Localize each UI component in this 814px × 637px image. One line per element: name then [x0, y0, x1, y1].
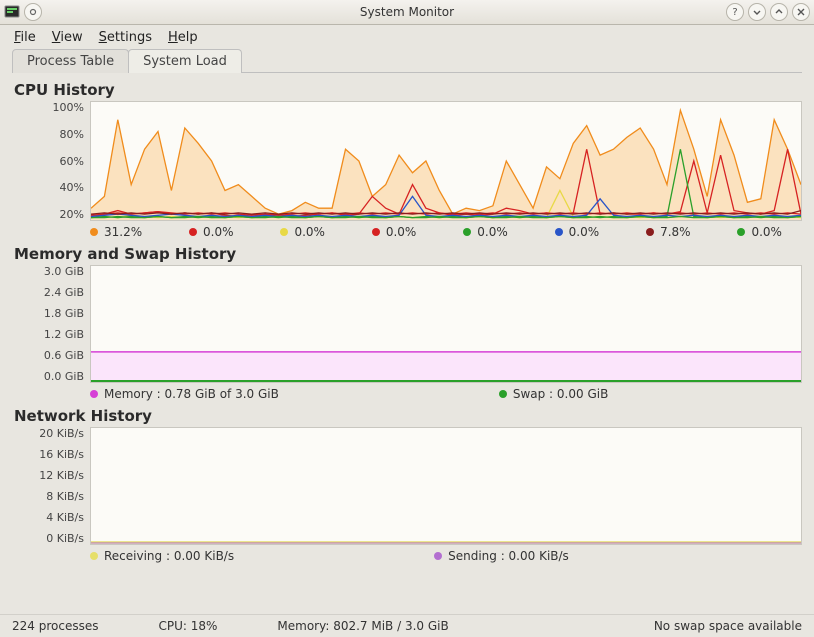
cpu-legend-label: 0.0%: [386, 225, 417, 239]
status-swap: No swap space available: [654, 619, 802, 633]
cpu-swatch: [463, 228, 471, 236]
cpu-legend-item: 0.0%: [737, 225, 782, 239]
memory-chart: 3.0 GiB 2.4 GiB 1.8 GiB 1.2 GiB 0.6 GiB …: [12, 265, 802, 383]
cpu-swatch: [90, 228, 98, 236]
cpu-legend-label: 0.0%: [477, 225, 508, 239]
cpu-plot: [90, 101, 802, 221]
menubar: File View Settings Help: [0, 25, 814, 49]
cpu-yaxis: 100% 80% 60% 40% 20%: [12, 101, 90, 221]
tab-system-load[interactable]: System Load: [128, 49, 242, 73]
maximize-button[interactable]: [770, 3, 788, 21]
cpu-legend-label: 0.0%: [569, 225, 600, 239]
cpu-swatch: [646, 228, 654, 236]
recv-swatch: [90, 552, 98, 560]
cpu-swatch: [280, 228, 288, 236]
help-button[interactable]: ?: [726, 3, 744, 21]
window-title: System Monitor: [0, 5, 814, 19]
status-memory: Memory: 802.7 MiB / 3.0 GiB: [277, 619, 448, 633]
app-icon: [4, 4, 20, 20]
tab-strip: Process Table System Load: [12, 49, 802, 73]
cpu-legend-item: 0.0%: [372, 225, 417, 239]
cpu-legend-label: 7.8%: [660, 225, 691, 239]
cpu-swatch: [189, 228, 197, 236]
section-title-cpu: CPU History: [14, 81, 802, 99]
cpu-legend-item: 0.0%: [280, 225, 325, 239]
menu-file[interactable]: File: [8, 28, 42, 47]
cpu-legend-label: 0.0%: [203, 225, 234, 239]
content-area: CPU History 100% 80% 60% 40% 20% 31.2% 0.…: [0, 73, 814, 563]
cpu-legend-item: 7.8%: [646, 225, 691, 239]
cpu-swatch: [372, 228, 380, 236]
network-plot: [90, 427, 802, 545]
cpu-legend: 31.2% 0.0% 0.0% 0.0% 0.0% 0.0% 7.8% 0.0%: [12, 225, 802, 239]
cpu-legend-item: 31.2%: [90, 225, 142, 239]
swap-swatch: [499, 390, 507, 398]
network-legend: Receiving : 0.00 KiB/s Sending : 0.00 Ki…: [12, 549, 802, 563]
tab-process-table[interactable]: Process Table: [12, 49, 129, 73]
pin-button[interactable]: [24, 3, 42, 21]
memory-swatch: [90, 390, 98, 398]
menu-view[interactable]: View: [46, 28, 89, 47]
swap-legend-label: Swap : 0.00 GiB: [513, 387, 608, 401]
recv-legend-label: Receiving : 0.00 KiB/s: [104, 549, 234, 563]
memory-yaxis: 3.0 GiB 2.4 GiB 1.8 GiB 1.2 GiB 0.6 GiB …: [12, 265, 90, 383]
memory-legend-label: Memory : 0.78 GiB of 3.0 GiB: [104, 387, 279, 401]
status-cpu: CPU: 18%: [158, 619, 217, 633]
network-chart: 20 KiB/s 16 KiB/s 12 KiB/s 8 KiB/s 4 KiB…: [12, 427, 802, 545]
section-title-network: Network History: [14, 407, 802, 425]
statusbar: 224 processes CPU: 18% Memory: 802.7 MiB…: [0, 614, 814, 637]
close-button[interactable]: [792, 3, 810, 21]
send-swatch: [434, 552, 442, 560]
network-yaxis: 20 KiB/s 16 KiB/s 12 KiB/s 8 KiB/s 4 KiB…: [12, 427, 90, 545]
send-legend-label: Sending : 0.00 KiB/s: [448, 549, 569, 563]
minimize-button[interactable]: [748, 3, 766, 21]
window-titlebar: System Monitor ?: [0, 0, 814, 25]
cpu-legend-label: 0.0%: [751, 225, 782, 239]
status-processes: 224 processes: [12, 619, 98, 633]
cpu-chart: 100% 80% 60% 40% 20%: [12, 101, 802, 221]
menu-settings[interactable]: Settings: [93, 28, 158, 47]
memory-plot: [90, 265, 802, 383]
cpu-legend-item: 0.0%: [463, 225, 508, 239]
cpu-legend-item: 0.0%: [555, 225, 600, 239]
memory-legend: Memory : 0.78 GiB of 3.0 GiB Swap : 0.00…: [12, 387, 802, 401]
cpu-swatch: [737, 228, 745, 236]
section-title-memory: Memory and Swap History: [14, 245, 802, 263]
cpu-legend-label: 0.0%: [294, 225, 325, 239]
cpu-swatch: [555, 228, 563, 236]
cpu-legend-label: 31.2%: [104, 225, 142, 239]
menu-help[interactable]: Help: [162, 28, 204, 47]
cpu-legend-item: 0.0%: [189, 225, 234, 239]
